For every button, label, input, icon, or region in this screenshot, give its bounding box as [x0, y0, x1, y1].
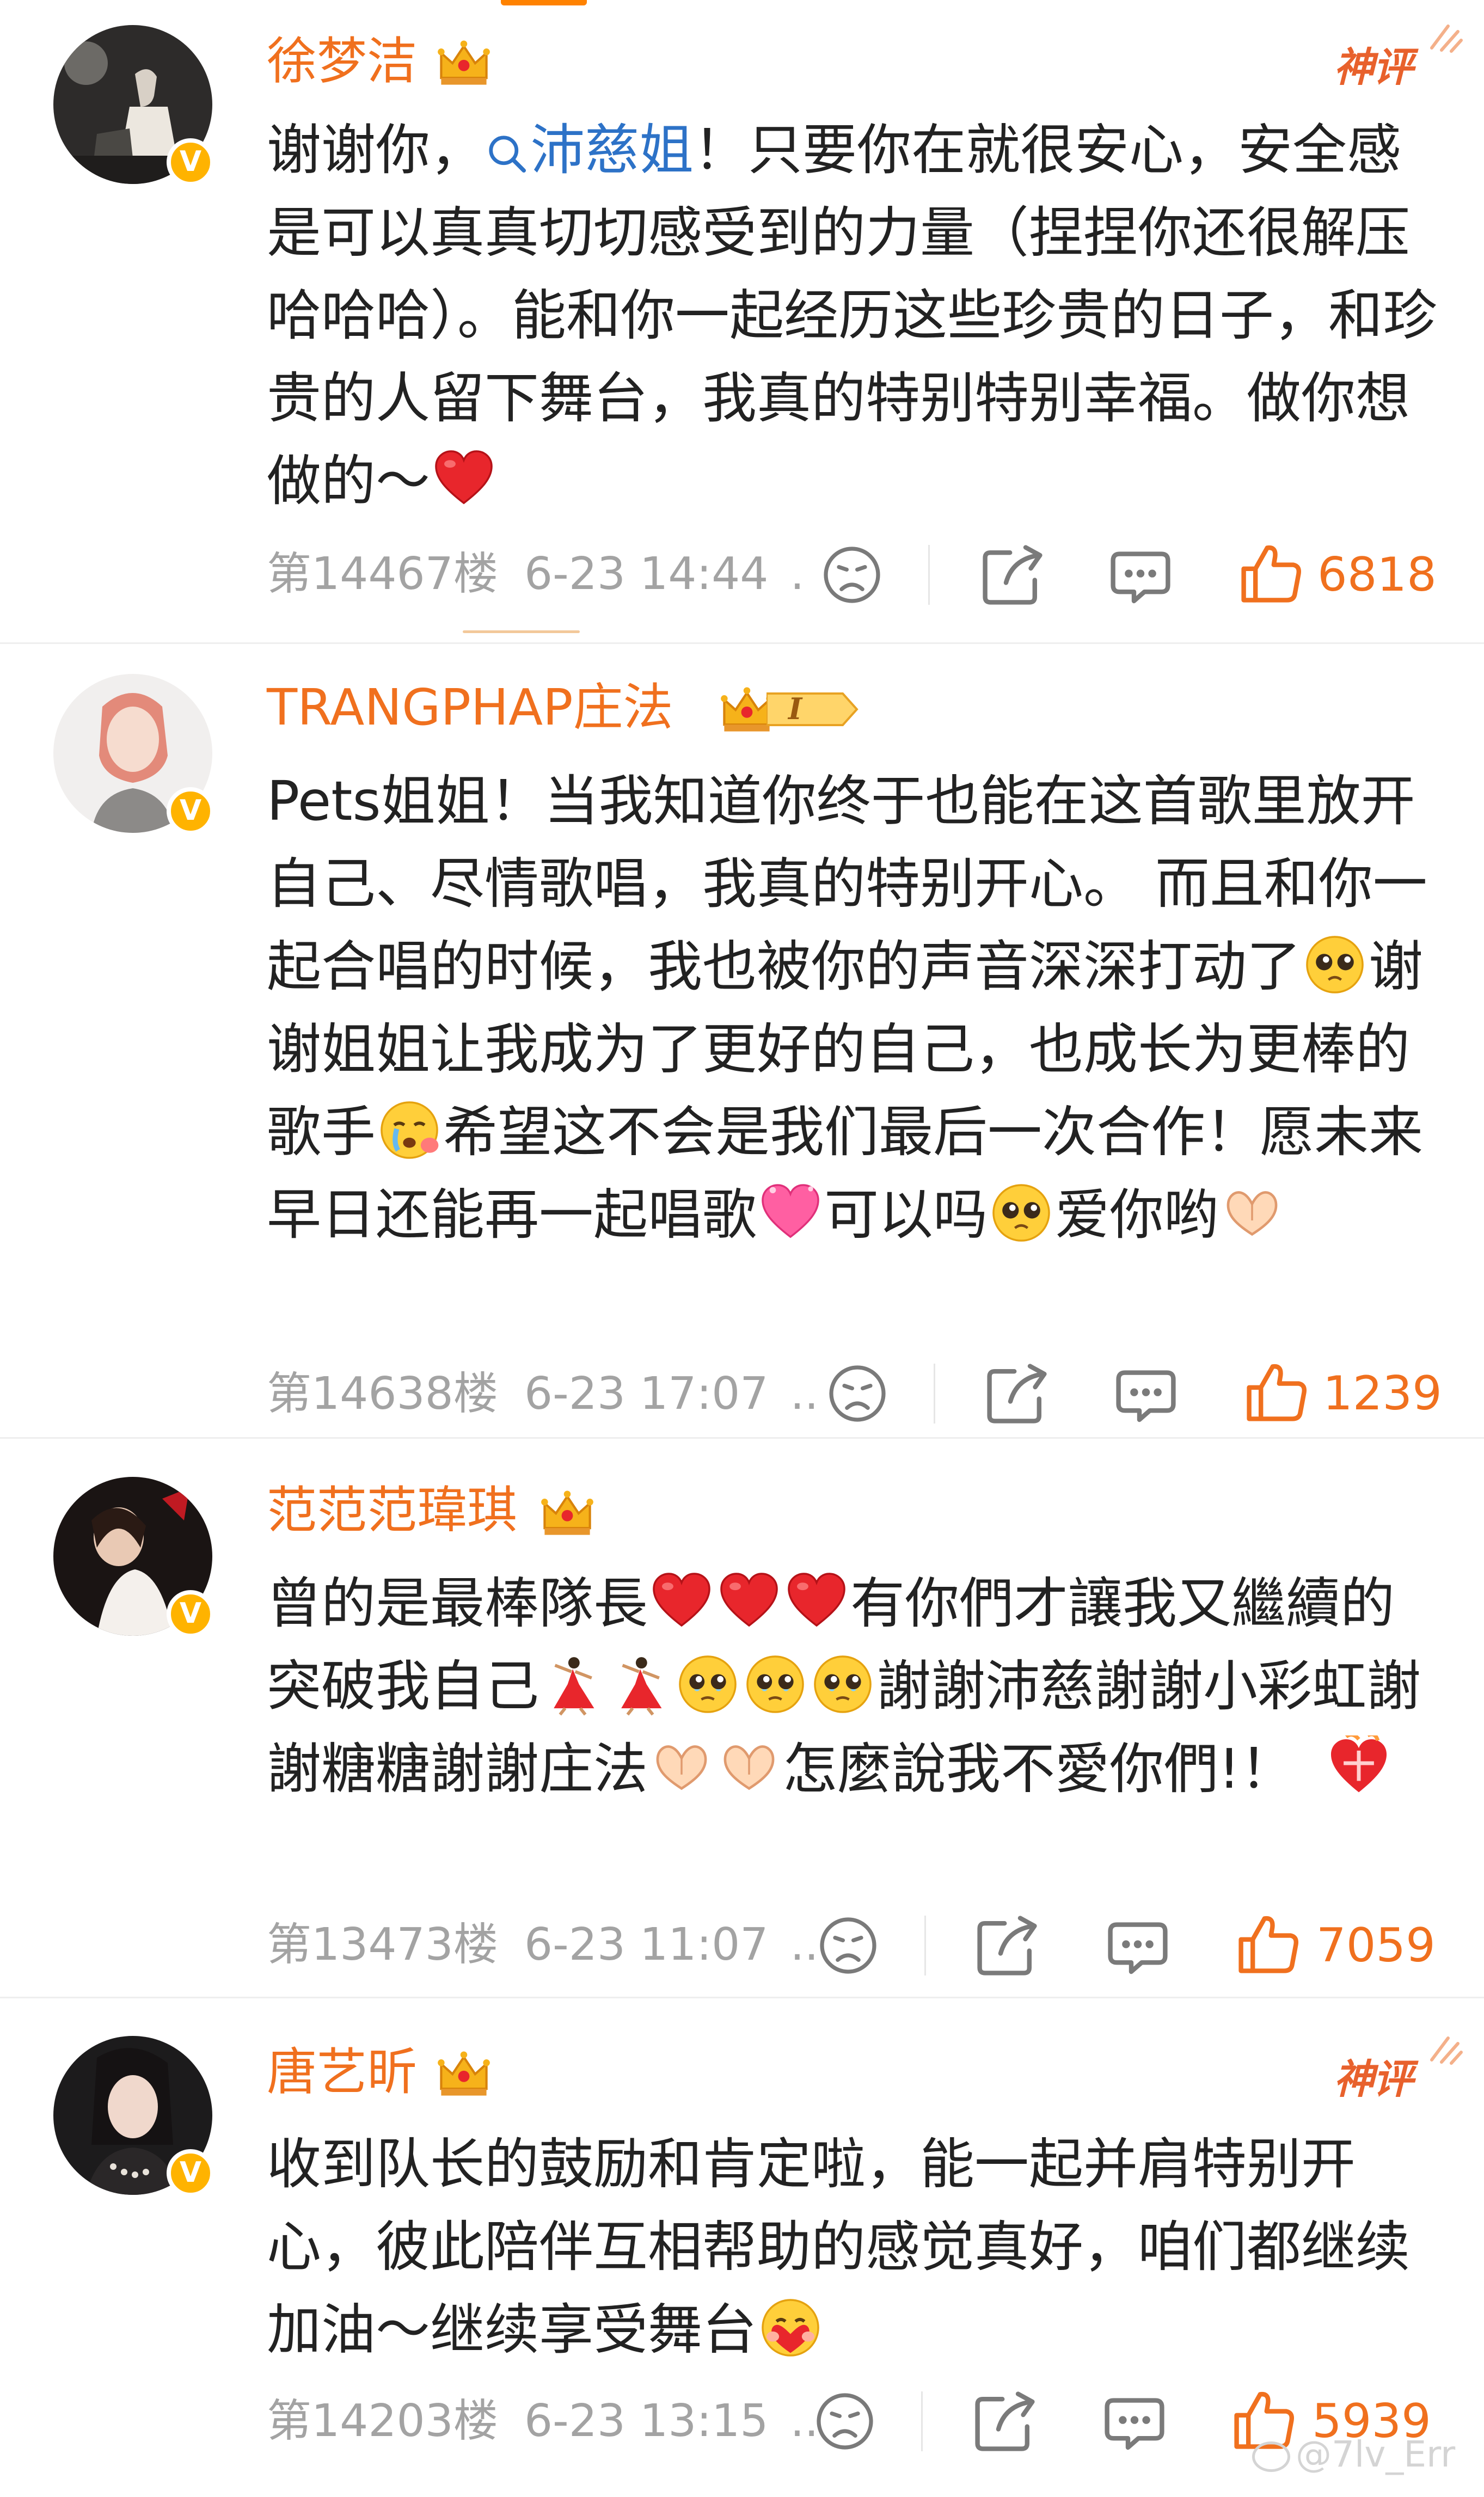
- red-heart-emoji: [785, 1570, 848, 1633]
- avatar[interactable]: V: [53, 1477, 214, 1638]
- ellipsis: .: [790, 548, 805, 600]
- share-icon[interactable]: [972, 2389, 1038, 2454]
- comment-icon[interactable]: [1102, 2389, 1167, 2454]
- pleading-face-emoji: [811, 1653, 874, 1716]
- v-verified-icon: V: [167, 138, 214, 186]
- v-verified-icon: V: [167, 787, 214, 835]
- timestamp: 6-23 13:15: [524, 2395, 769, 2447]
- like-count[interactable]: 7059: [1316, 1916, 1436, 1975]
- timestamp: 6-23 14:44: [524, 548, 769, 600]
- watermark: @7lv_Err: [1252, 2433, 1455, 2475]
- god-comment-label: 神评: [1334, 2056, 1413, 2103]
- dislike-face-icon[interactable]: [825, 1361, 890, 1426]
- share-icon[interactable]: [974, 1913, 1040, 1978]
- dislike-face-icon[interactable]: [815, 1913, 881, 1978]
- mention-link[interactable]: 沛慈姐: [485, 118, 694, 182]
- username[interactable]: TRANGPHAP庄法: [267, 678, 673, 738]
- god-comment-badge: 神评: [1334, 24, 1464, 91]
- action-separator: [928, 545, 930, 605]
- heart-hands-emoji: [650, 1735, 713, 1799]
- action-separator: [921, 2391, 923, 2451]
- ellipsis: ..: [790, 1919, 819, 1971]
- comment-text: 收到队长的鼓励和肯定啦，能一起并肩特别开心，彼此陪伴互相帮助的感觉真好，咱们都继…: [267, 2132, 1410, 2361]
- red-heart-emoji: [650, 1570, 713, 1633]
- comment-meta: 第13473楼 6-23 11:07 ..: [267, 1915, 819, 1975]
- heart-hands-emoji: [1221, 1181, 1284, 1244]
- floor-number: 第14638楼: [267, 1368, 498, 1420]
- share-icon[interactable]: [980, 542, 1045, 608]
- username[interactable]: 徐梦洁: [267, 32, 417, 91]
- mending-heart-emoji: [1327, 1735, 1390, 1799]
- comment-meta: 第14203楼 6-23 13:15 ..: [267, 2391, 819, 2451]
- dislike-face-icon[interactable]: [812, 2389, 878, 2454]
- red-heart-emoji: [432, 447, 495, 511]
- heart-emoji: [759, 1181, 822, 1244]
- timestamp: 6-23 11:07: [524, 1919, 769, 1971]
- thumbs-up-icon[interactable]: [1244, 1359, 1309, 1424]
- dislike-face-icon[interactable]: [819, 542, 885, 608]
- comment-icon[interactable]: [1108, 542, 1173, 608]
- ellipsis: ..: [790, 1368, 819, 1420]
- comment-text: Pets姐姐！当我知道你终于也能在这首歌里放开自己、尽情歌唱，我真的特别开心。 …: [267, 769, 1427, 1247]
- comment-text: 谢谢你， 沛慈姐！只要你在就很安心，安全感是可以真真切切感受到的力量（捏捏你还很解…: [267, 118, 1437, 513]
- avatar[interactable]: V: [53, 25, 214, 186]
- floor-number: 第14203楼: [267, 2395, 498, 2447]
- floor-number: 第13473楼: [267, 1919, 498, 1971]
- v-verified-icon: V: [167, 1590, 214, 1638]
- red-heart-emoji: [718, 1570, 781, 1633]
- weibo-logo-icon: [1252, 2441, 1290, 2472]
- pleading-face-emoji: [990, 1181, 1053, 1244]
- crown-icon: [436, 34, 492, 90]
- floor-number: 第14467楼: [267, 548, 498, 600]
- avatar[interactable]: V: [53, 2036, 214, 2197]
- action-separator: [924, 1916, 926, 1975]
- comment-meta: 第14467楼 6-23 14:44 .: [267, 544, 805, 604]
- pleading-face-emoji: [1303, 933, 1366, 996]
- search-icon: [485, 131, 530, 177]
- heart-hands-emoji: [718, 1735, 781, 1799]
- comment-icon[interactable]: [1113, 1361, 1179, 1426]
- comment-text: 曾的是最棒隊長 有你們才讓我又繼續的突破我自己 謝謝沛慈謝謝小彩虹謝謝糖糖謝謝庄法怎…: [267, 1562, 1443, 1811]
- god-comment-badge: 神评: [1334, 2036, 1464, 2103]
- v-verified-icon: V: [167, 2149, 214, 2197]
- like-count[interactable]: 1239: [1323, 1364, 1442, 1424]
- level-badge: I: [765, 690, 859, 728]
- action-separator: [934, 1364, 935, 1424]
- dancer-emoji: [609, 1653, 672, 1716]
- username[interactable]: 唐艺昕: [267, 2042, 417, 2102]
- share-icon[interactable]: [984, 1361, 1050, 1426]
- crown-icon: [436, 2045, 492, 2101]
- comment-meta: 第14638楼 6-23 17:07 ..: [267, 1364, 819, 1424]
- hugging-face-emoji: [759, 2296, 822, 2359]
- crying-face-emoji: [378, 1099, 441, 1162]
- thumbs-up-icon[interactable]: [1238, 540, 1304, 605]
- god-comment-label: 神评: [1334, 44, 1413, 91]
- crown-icon: [539, 1484, 596, 1541]
- thumbs-up-icon[interactable]: [1236, 1911, 1301, 1976]
- comment-divider: [0, 1437, 1484, 1439]
- timestamp: 6-23 17:07: [524, 1368, 769, 1420]
- dancer-emoji: [541, 1653, 604, 1716]
- like-count[interactable]: 6818: [1317, 545, 1437, 605]
- top-tab-indicator: [501, 0, 587, 5]
- pleading-face-emoji: [676, 1653, 739, 1716]
- comment-feed: V 徐梦洁 神评 谢谢你， 沛慈姐！只要你在就很安心，安全感是可以真真切切感受到的…: [0, 0, 1484, 2497]
- pleading-face-emoji: [744, 1653, 807, 1716]
- avatar[interactable]: V: [53, 674, 214, 835]
- comment-icon[interactable]: [1105, 1913, 1170, 1978]
- comment-divider: [0, 1997, 1484, 1998]
- comment-divider: [0, 642, 1484, 644]
- username[interactable]: 范范范瑋琪: [267, 1481, 517, 1541]
- section-underline: [463, 630, 580, 633]
